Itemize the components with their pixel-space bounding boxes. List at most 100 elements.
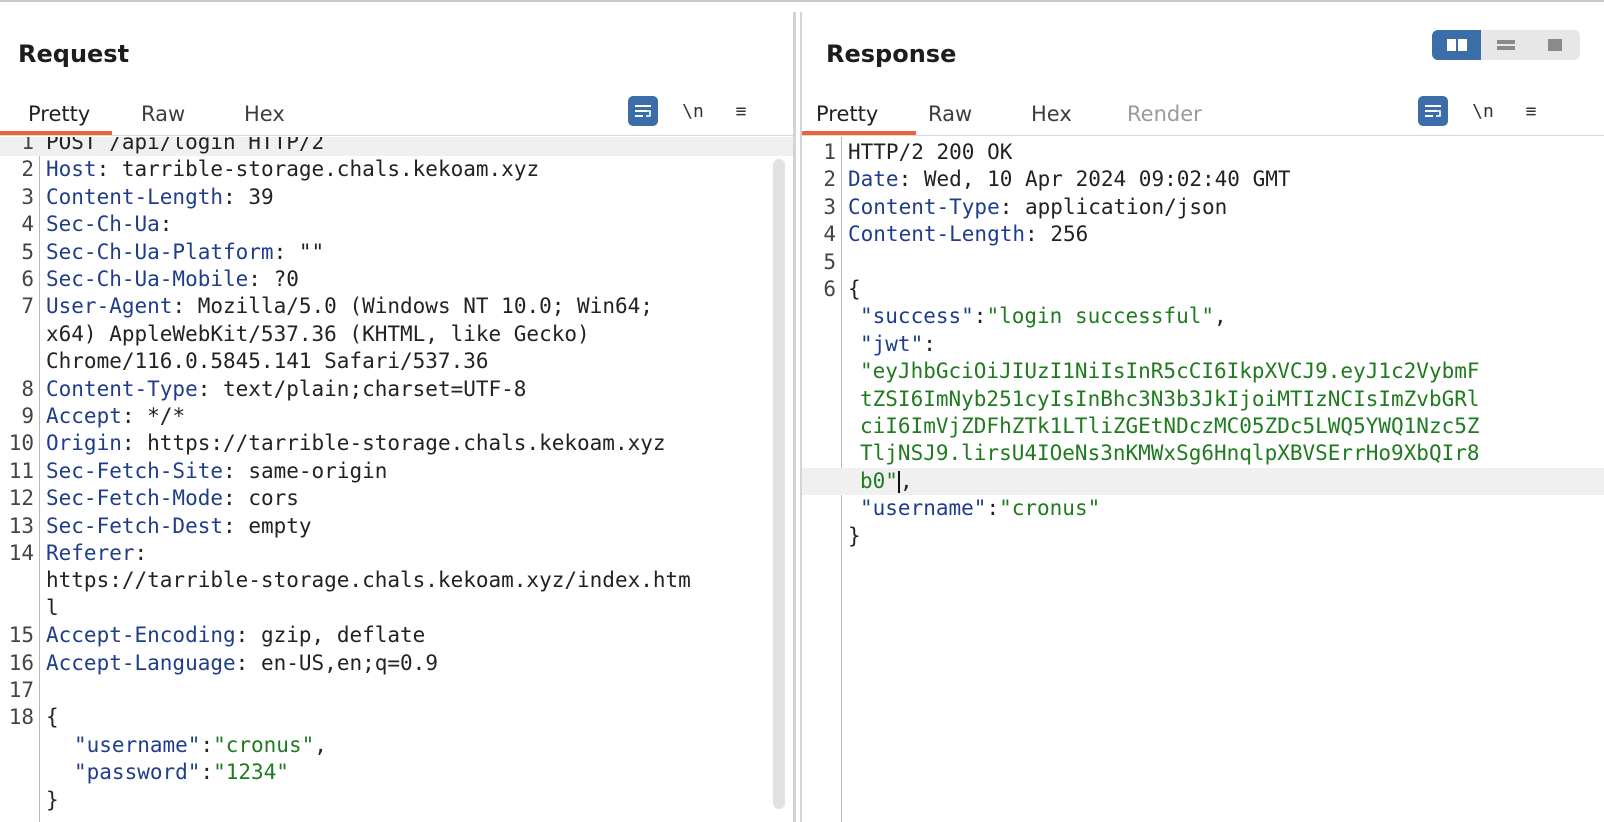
- code-line: l: [0, 595, 793, 622]
- code-text: "eyJhbGciOiJIUzI1NiIsInR5cCI6IkpXVCJ9.ey…: [860, 358, 1480, 385]
- colon: :: [986, 496, 1000, 521]
- response-pane: Response Pretty Raw Hex Render \n ≡ 1 HT…: [800, 12, 1604, 822]
- code-line: "username":"cronus",: [0, 732, 793, 759]
- code-text: {: [46, 704, 59, 731]
- colon: :: [159, 212, 173, 237]
- json-value: "cronus": [213, 732, 315, 757]
- wrap-lines-icon[interactable]: [628, 96, 658, 126]
- tab-raw[interactable]: Raw: [141, 102, 185, 136]
- line-number: 1: [21, 137, 34, 154]
- newline-toggle[interactable]: \n: [678, 96, 708, 126]
- header-value: application/json: [1012, 194, 1228, 219]
- code-text: }: [848, 523, 861, 550]
- code-line: "eyJhbGciOiJIUzI1NiIsInR5cCI6IkpXVCJ9.ey…: [802, 358, 1604, 385]
- line-number: 7: [21, 294, 34, 319]
- json-value: b0": [860, 468, 898, 493]
- request-editor[interactable]: 1 POST /api/login HTTP/2 2 Host: tarrible-s…: [0, 137, 793, 822]
- line-text: POST /api/login HTTP/2: [46, 137, 325, 154]
- header-value: Wed, 10 Apr 2024 09:02:40 GMT: [911, 167, 1291, 192]
- code-text: Host: tarrible-storage.chals.kekoam.xyz: [46, 156, 539, 183]
- code-line: 3 Content-Type: application/json: [802, 194, 1604, 221]
- code-text: Accept: */*: [46, 403, 185, 430]
- json-key: "password": [74, 760, 201, 785]
- code-line: b0",: [802, 467, 1604, 496]
- tab-hex[interactable]: Hex: [1031, 102, 1072, 136]
- header-name: Host: [46, 157, 97, 182]
- code-line: 9 Accept: */*: [0, 403, 793, 430]
- colon: :: [223, 486, 236, 511]
- code-text: Content-Length: 256: [848, 221, 1088, 248]
- line-number: 8: [21, 376, 34, 401]
- line-text: {: [46, 705, 59, 730]
- code-line: 10 Origin: https://tarrible-storage.chals…: [0, 430, 793, 457]
- line-number: 11: [8, 458, 34, 483]
- response-editor[interactable]: 1 HTTP/2 200 OK 2 Date: Wed, 10 Apr 2024 09…: [802, 137, 1604, 822]
- layout-tabs-button[interactable]: [1531, 30, 1580, 60]
- colon: :: [235, 650, 249, 675]
- colon: :: [200, 760, 214, 785]
- line-number: 17: [8, 678, 34, 702]
- layout-split-vertical-button[interactable]: [1481, 30, 1530, 60]
- code-line: 18 {: [0, 704, 793, 731]
- json-key: "success": [860, 304, 974, 329]
- wrap-lines-icon[interactable]: [1418, 96, 1448, 126]
- colon: :: [973, 304, 987, 329]
- code-text: x64) AppleWebKit/537.36 (KHTML, like Gec…: [46, 321, 590, 348]
- code-text: User-Agent: Mozilla/5.0 (Windows NT 10.0…: [46, 293, 653, 320]
- colon: :: [121, 404, 135, 428]
- menu-icon[interactable]: ≡: [1516, 96, 1546, 126]
- layout-split-horizontal-button[interactable]: [1432, 30, 1482, 60]
- code-line: 4 Content-Length: 256: [802, 221, 1604, 248]
- code-line: "username":"cronus": [802, 495, 1604, 522]
- colon: :: [1025, 222, 1038, 247]
- code-text: TljNSJ9.lirsU4IOeNs3nKMWxSg6HnqlpXBVSErr…: [860, 440, 1480, 467]
- code-text: "username":"cronus",: [74, 732, 327, 759]
- header-value: Mozilla/5.0 (Windows NT 10.0; Win64;: [185, 294, 653, 319]
- code-text: Date: Wed, 10 Apr 2024 09:02:40 GMT: [848, 166, 1291, 193]
- header-name: Accept: [46, 404, 122, 428]
- line-number: 10: [8, 431, 34, 456]
- code-line: ciI6ImVjZDFhZTk1LTliZGEtNDczMC05ZDc5LWQ5…: [802, 413, 1604, 440]
- tab-hex[interactable]: Hex: [244, 102, 285, 136]
- line-text: l: [46, 595, 59, 620]
- header-name: Content-Type: [848, 194, 1000, 219]
- line-text: Chrome/116.0.5845.141 Safari/537.36: [46, 349, 489, 374]
- code-text: }: [46, 787, 59, 814]
- comma: ,: [899, 468, 913, 493]
- code-text: {: [848, 276, 861, 303]
- code-text: "success":"login successful",: [860, 303, 1227, 330]
- colon: :: [172, 294, 186, 319]
- header-value: ?0: [260, 267, 299, 291]
- newline-toggle[interactable]: \n: [1468, 96, 1498, 126]
- header-name: User-Agent: [46, 294, 173, 319]
- header-value: empty: [235, 513, 312, 538]
- tab-raw[interactable]: Raw: [928, 102, 972, 136]
- colon: :: [898, 167, 912, 192]
- code-text: https://tarrible-storage.chals.kekoam.xy…: [46, 567, 691, 594]
- header-name: Sec-Ch-Ua: [46, 212, 160, 237]
- code-line: }: [0, 787, 793, 814]
- header-name: Content-Length: [46, 184, 224, 209]
- header-value: 256: [1037, 222, 1089, 247]
- menu-icon[interactable]: ≡: [726, 96, 756, 126]
- json-value: "cronus": [999, 496, 1101, 521]
- colon: :: [999, 194, 1013, 219]
- code-line: 11 Sec-Fetch-Site: same-origin: [0, 458, 793, 485]
- tab-render[interactable]: Render: [1127, 102, 1202, 136]
- code-text: Accept-Encoding: gzip, deflate: [46, 622, 425, 649]
- code-text: "jwt":: [860, 331, 936, 358]
- header-name: Sec-Fetch-Dest: [46, 513, 224, 538]
- code-line: 15 Accept-Encoding: gzip, deflate: [0, 622, 793, 649]
- line-number: 2: [823, 167, 836, 192]
- colon: :: [96, 157, 110, 182]
- code-line: x64) AppleWebKit/537.36 (KHTML, like Gec…: [0, 321, 793, 348]
- colon: :: [223, 458, 236, 483]
- header-name: Sec-Ch-Ua-Platform: [46, 239, 274, 264]
- code-line: 5 Sec-Ch-Ua-Platform: "": [0, 239, 793, 266]
- json-value: "1234": [213, 760, 289, 785]
- comma: ,: [1214, 304, 1227, 329]
- code-line: 7 User-Agent: Mozilla/5.0 (Windows NT 10.…: [0, 293, 793, 320]
- request-tabs: Pretty Raw Hex \n ≡: [0, 88, 793, 136]
- colon: :: [121, 431, 135, 456]
- code-text: Content-Length: 39: [46, 184, 274, 211]
